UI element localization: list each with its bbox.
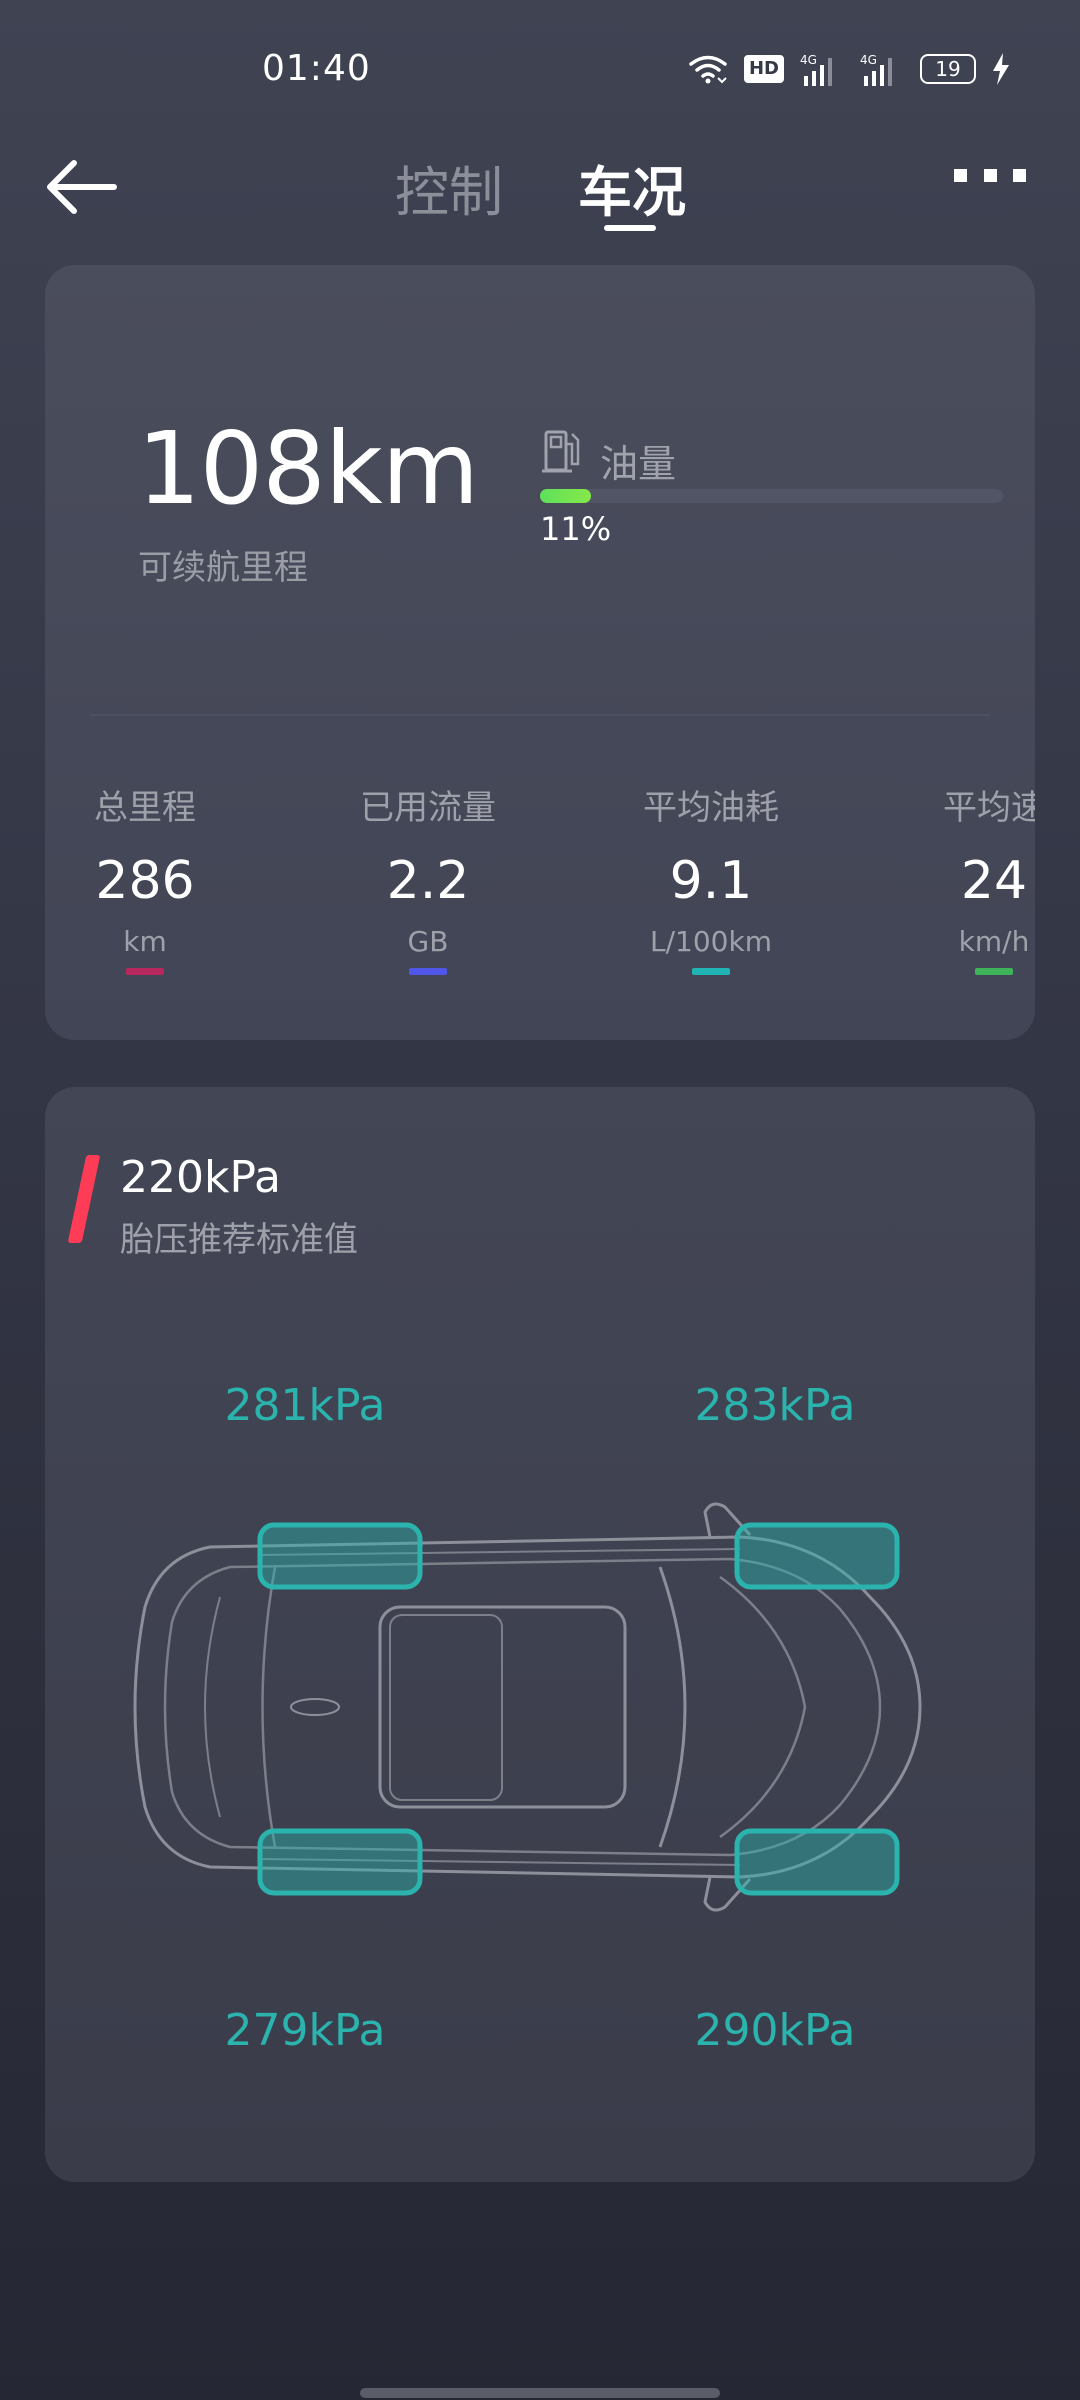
recommended-pressure-label: 胎压推荐标准值 [120, 1220, 358, 1260]
stat-total-mileage: 总里程 286 km [45, 780, 245, 975]
fuel-percent: 11% [540, 510, 612, 548]
car-rear-logo [290, 1698, 340, 1716]
stat-value: 2.2 [386, 851, 470, 911]
tire-pressure-rear-right: 290kPa [694, 2005, 856, 2056]
tab-vehicle-status[interactable]: 车况 [578, 148, 686, 227]
car-body-inner [163, 1557, 882, 1857]
more-dot [983, 168, 997, 182]
tire-pressure-front-right: 283kPa [694, 1380, 856, 1431]
more-dot [954, 168, 967, 182]
car-windshield [658, 1566, 687, 1848]
divider [90, 714, 990, 716]
signal-icon-1: 4G [800, 53, 832, 86]
car-hood-line [719, 1575, 807, 1839]
car-top-view-icon [133, 1502, 922, 1912]
stat-color-bar [409, 968, 447, 975]
stat-avg-fuel-consumption: 平均油耗 9.1 L/100km [611, 780, 811, 975]
tire-rear-left-shape [257, 1828, 423, 1896]
battery-level: 19 [935, 57, 961, 81]
network-type-2: 4G [860, 53, 877, 67]
stat-label: 总里程 [94, 788, 196, 828]
fuel-label: 油量 [600, 442, 677, 486]
stat-value: 286 [95, 851, 195, 911]
tab-control[interactable]: 控制 [395, 148, 503, 227]
fuel-level-bar [540, 489, 1003, 503]
network-type-1: 4G [800, 53, 817, 67]
charging-icon [993, 53, 1009, 85]
car-rear-window [261, 1566, 277, 1848]
signal-icon-2: 4G [860, 53, 892, 86]
tire-pressure-rear-left: 279kPa [224, 2005, 386, 2056]
status-icons: HD 4G 4G 19 [688, 52, 1010, 86]
more-dot [1013, 168, 1026, 182]
recommended-pressure-value: 220kPa [120, 1152, 281, 1203]
stat-data-used: 已用流量 2.2 GB [328, 780, 528, 975]
home-indicator[interactable] [360, 2388, 720, 2398]
hd-voice-icon: HD [743, 55, 784, 83]
range-label: 可续航里程 [138, 548, 308, 588]
stat-color-bar [692, 968, 730, 975]
car-sunroof-glass [389, 1614, 503, 1801]
car-rear-line [204, 1596, 221, 1818]
tire-front-left-shape [734, 1828, 900, 1896]
tire-pressure-card: 220kPa 胎压推荐标准值 281kPa 283kPa 279kPa 290k… [45, 1087, 1035, 2182]
tire-rear-right-shape [257, 1522, 423, 1590]
stat-label: 平均油耗 [643, 788, 779, 828]
vehicle-overview-card: 108km 可续航里程 油量 11% 总里程 286 km 已用流量 2.2 G… [45, 265, 1035, 1040]
stats-row: 总里程 286 km 已用流量 2.2 GB 平均油耗 9.1 L/100km … [45, 780, 1035, 980]
stat-color-bar [126, 968, 164, 975]
stat-unit: L/100km [650, 925, 772, 958]
tire-pressure-front-left: 281kPa [224, 1380, 386, 1431]
stat-avg-speed: 平均速 24 km/h [894, 780, 1035, 975]
status-time: 01:40 [262, 48, 371, 89]
stat-value: 24 [960, 851, 1028, 911]
stat-value: 9.1 [669, 851, 753, 911]
stat-unit: km [123, 925, 167, 958]
back-button[interactable] [42, 155, 122, 219]
more-options-button[interactable] [954, 165, 1026, 185]
fuel-pump-icon [542, 430, 580, 473]
stat-color-bar [975, 968, 1013, 975]
tire-front-right-shape [734, 1522, 900, 1590]
wifi-icon [689, 55, 727, 84]
stat-unit: GB [407, 925, 449, 958]
active-tab-indicator [604, 225, 656, 231]
accent-bar [67, 1155, 101, 1243]
stat-label: 平均速 [943, 788, 1035, 828]
fuel-level-fill [540, 489, 591, 503]
battery-icon: 19 [920, 54, 976, 84]
stat-unit: km/h [958, 925, 1030, 958]
arrow-left-icon [47, 160, 117, 214]
status-bar: 01:40 HD 4G 4G 19 [0, 0, 1080, 140]
range-value: 108km [137, 410, 479, 527]
stat-label: 已用流量 [360, 788, 496, 828]
